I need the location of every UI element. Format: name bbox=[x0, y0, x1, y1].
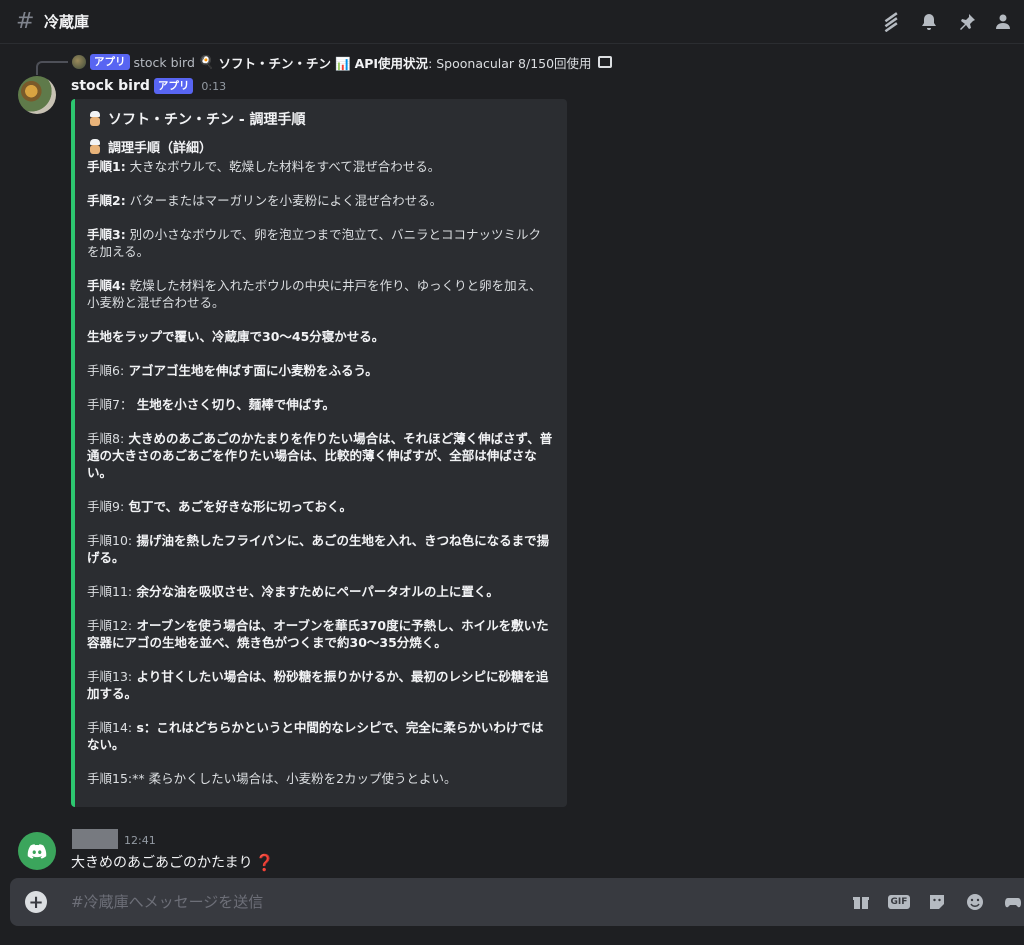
game-controller-icon[interactable] bbox=[994, 890, 1024, 914]
recipe-step: 手順13: より甘くしたい場合は、粉砂糖を振りかけるか、最初のレシピに砂糖を追加… bbox=[87, 668, 553, 702]
reply-api-label: API使用状況 bbox=[354, 55, 429, 71]
recipe-step: 手順2: バターまたはマーガリンを小麦粉によく混ぜ合わせる。 bbox=[87, 192, 553, 209]
message-header: stock bird アプリ 0:13 bbox=[71, 78, 226, 94]
bot-username[interactable]: stock bird bbox=[71, 78, 150, 94]
step-label: 手順8: bbox=[87, 431, 125, 446]
composer-toolbar: GIF bbox=[842, 890, 1024, 914]
reply-avatar bbox=[72, 55, 86, 69]
reply-preview[interactable]: アプリ stock bird 🍳 ソフト・チン・チン 📊 API使用状況: Sp… bbox=[72, 53, 612, 71]
recipe-step: 手順8: 大きめのあごあごのかたまりを作りたい場合は、それほど薄く伸ばさず、普通… bbox=[87, 430, 553, 481]
step-label: 手順3: bbox=[87, 227, 126, 242]
user-message-timestamp: 12:41 bbox=[124, 834, 156, 847]
step-label: 手順14: bbox=[87, 720, 133, 735]
user-avatar[interactable] bbox=[18, 832, 56, 870]
chef-icon bbox=[87, 111, 103, 127]
step-text: 柔らかくしたい場合は、小麦粉を2カップ使うとよい。 bbox=[144, 771, 457, 786]
reply-connector bbox=[36, 61, 68, 75]
recipe-step: 手順10: 揚げ油を熱したフライパンに、あごの生地を入れ、きつね色になるまで揚げ… bbox=[87, 532, 553, 566]
step-text: 包丁で、あごを好きな形に切っておく。 bbox=[124, 499, 353, 514]
message-timestamp: 0:13 bbox=[201, 79, 227, 93]
channel-header: # 冷蔵庫 bbox=[0, 0, 1024, 44]
recipe-step: 手順7： 生地を小さく切り、麺棒で伸ばす。 bbox=[87, 396, 553, 413]
step-text: より甘くしたい場合は、粉砂糖を振りかけるか、最初のレシピに砂糖を追加する。 bbox=[87, 669, 549, 701]
step-text: 生地を小さく切り、麺棒で伸ばす。 bbox=[132, 397, 336, 412]
threads-icon[interactable] bbox=[872, 10, 910, 34]
step-label: 手順11: bbox=[87, 584, 133, 599]
chart-emoji-icon: 📊 bbox=[335, 55, 351, 71]
step-label: 手順13: bbox=[87, 669, 133, 684]
step-text: s：これはどちらかというと中間的なレシピで、完全に柔らかいわけではない。 bbox=[87, 720, 544, 752]
app-badge: アプリ bbox=[90, 54, 130, 70]
step-label: 手順4: bbox=[87, 278, 126, 293]
step-text: 別の小さなボウルで、卵を泡立つまで泡立て、バニラとココナッツミルクを加える。 bbox=[87, 227, 542, 259]
recipe-step: 生地をラップで覆い、冷蔵庫で30〜45分寝かせる。 bbox=[87, 328, 553, 345]
step-text: 余分な油を吸収させ、冷ますためにペーパータオルの上に置く。 bbox=[132, 584, 499, 599]
reply-recipe-title: ソフト・チン・チン bbox=[218, 55, 332, 71]
recipe-step: 手順14: s：これはどちらかというと中間的なレシピで、完全に柔らかいわけではな… bbox=[87, 719, 553, 753]
pin-icon[interactable] bbox=[948, 10, 986, 34]
recipe-step: 手順9: 包丁で、あごを好きな形に切っておく。 bbox=[87, 498, 553, 515]
step-label: 手順6: bbox=[87, 363, 125, 378]
step-label: 手順9: bbox=[87, 499, 125, 514]
gift-icon[interactable] bbox=[842, 890, 880, 914]
message-composer: + GIF bbox=[10, 878, 1024, 926]
recipe-step: 手順1: 大きなボウルで、乾燥した材料をすべて混ぜ合わせる。 bbox=[87, 158, 553, 175]
step-label: 手順10: bbox=[87, 533, 133, 548]
embed-title-text: ソフト・チン・チン - 調理手順 bbox=[108, 112, 306, 128]
recipe-step: 手順6: アゴアゴ生地を伸ばす面に小麦粉をふるう。 bbox=[87, 362, 553, 379]
embed-subtitle-text: 調理手順（詳細） bbox=[108, 141, 213, 156]
recipe-step: 手順3: 別の小さなボウルで、卵を泡立つまで泡立て、バニラとココナッツミルクを加… bbox=[87, 226, 553, 260]
emoji-icon[interactable] bbox=[956, 890, 994, 914]
step-text: 生地をラップで覆い、冷蔵庫で30〜45分寝かせる。 bbox=[87, 329, 385, 344]
recipe-step: 手順12: オーブンを使う場合は、オーブンを華氏370度に予熱し、ホイルを敷いた… bbox=[87, 617, 553, 651]
image-icon bbox=[597, 56, 612, 68]
gif-button[interactable]: GIF bbox=[880, 890, 918, 914]
recipe-step: 手順15:** 柔らかくしたい場合は、小麦粉を2カップ使うとよい。 bbox=[87, 770, 553, 787]
step-text: オーブンを使う場合は、オーブンを華氏370度に予熱し、ホイルを敷いた容器にアゴの… bbox=[87, 618, 549, 650]
recipe-step: 手順11: 余分な油を吸収させ、冷ますためにペーパータオルの上に置く。 bbox=[87, 583, 553, 600]
step-label: 手順12: bbox=[87, 618, 133, 633]
recipe-step: 手順4: 乾燥した材料を入れたボウルの中央に井戸を作り、ゆっくりと卵を加え、小麦… bbox=[87, 277, 553, 311]
redacted-username bbox=[72, 829, 118, 849]
bot-avatar[interactable] bbox=[18, 76, 56, 114]
reply-username[interactable]: stock bird bbox=[134, 55, 195, 70]
step-text: バターまたはマーガリンを小麦粉によく混ぜ合わせる。 bbox=[125, 193, 443, 208]
reply-content: ソフト・チン・チン 📊 API使用状況: Spoonacular 8/150回使… bbox=[219, 53, 592, 72]
cooking-emoji-icon: 🍳 bbox=[198, 54, 215, 69]
header-toolbar bbox=[872, 10, 1024, 34]
step-label: 手順2: bbox=[87, 193, 126, 208]
add-attachment-button[interactable]: + bbox=[25, 891, 47, 913]
step-text: 大きめのあごあごのかたまりを作りたい場合は、それほど薄く伸ばさず、普通の大きさの… bbox=[87, 431, 553, 480]
embed-subtitle: 調理手順（詳細） bbox=[87, 137, 553, 156]
discord-logo-icon bbox=[27, 844, 47, 859]
user-message-text: 大きめのあごあごのかたまり bbox=[71, 855, 253, 871]
question-mark-emoji: ❓ bbox=[254, 852, 275, 872]
sticker-icon[interactable] bbox=[918, 890, 956, 914]
step-text: 揚げ油を熱したフライパンに、あごの生地を入れ、きつね色になるまで揚げる。 bbox=[87, 533, 550, 565]
recipe-steps: 手順1: 大きなボウルで、乾燥した材料をすべて混ぜ合わせる。 手順2: バターまた… bbox=[87, 158, 553, 787]
reply-api-text: : Spoonacular 8/150回使用 bbox=[428, 55, 592, 71]
message-input[interactable] bbox=[69, 892, 773, 912]
step-label: 手順1: bbox=[87, 159, 126, 174]
chef-icon bbox=[87, 138, 103, 155]
step-text: アゴアゴ生地を伸ばす面に小麦粉をふるう。 bbox=[124, 363, 378, 378]
step-label: 手順15:** bbox=[87, 771, 145, 786]
user-message: 大きめのあごあごのかたまり ❓ bbox=[71, 852, 275, 872]
embed-title: ソフト・チン・チン - 調理手順 bbox=[87, 109, 553, 129]
step-text: 乾燥した材料を入れたボウルの中央に井戸を作り、ゆっくりと卵を加え、小麦粉と混ぜ合… bbox=[87, 278, 542, 310]
notification-bell-icon[interactable] bbox=[910, 10, 948, 34]
gif-icon: GIF bbox=[887, 895, 911, 909]
step-text: 大きなボウルで、乾燥した材料をすべて混ぜ合わせる。 bbox=[125, 159, 441, 174]
app-badge: アプリ bbox=[153, 78, 194, 94]
member-list-icon[interactable] bbox=[986, 10, 1024, 34]
recipe-embed: ソフト・チン・チン - 調理手順 調理手順（詳細） 手順1: 大きなボウルで、乾… bbox=[71, 99, 567, 807]
step-label: 手順7： bbox=[87, 397, 133, 412]
channel-hash-icon: # bbox=[16, 9, 35, 34]
channel-title: 冷蔵庫 bbox=[44, 13, 90, 31]
